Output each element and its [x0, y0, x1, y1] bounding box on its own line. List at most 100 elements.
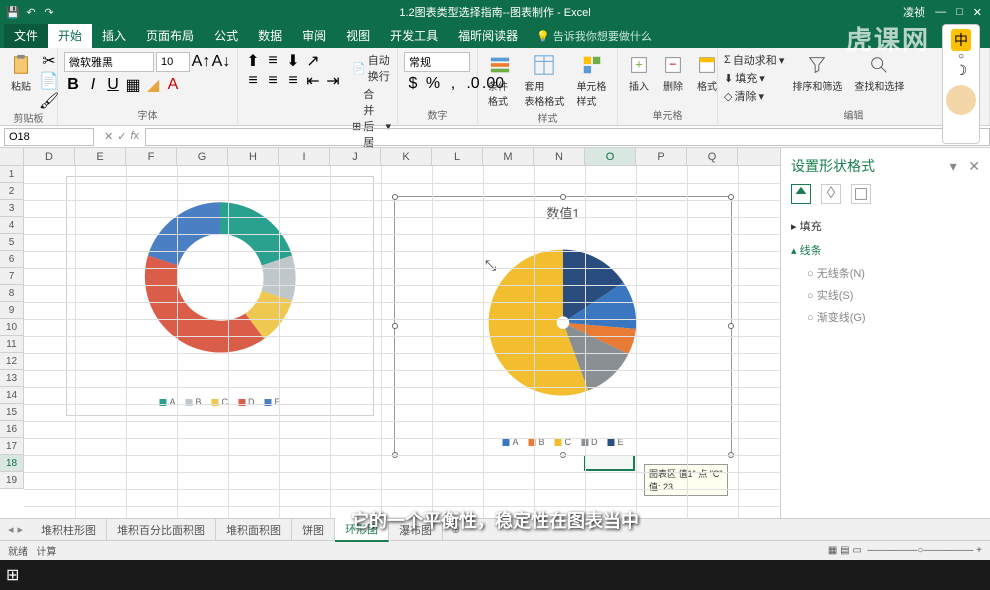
autosum-button[interactable]: Σ 自动求和 ▾ — [724, 52, 784, 68]
view-normal-icon[interactable]: ▦ — [828, 545, 837, 556]
fx-icon[interactable]: fx — [130, 130, 139, 143]
line-none-radio[interactable]: ○ 无线条(N) — [791, 262, 980, 284]
indent-dec-icon[interactable]: ⇤ — [304, 72, 322, 90]
tab-formulas[interactable]: 公式 — [204, 23, 248, 48]
fill-section[interactable]: ▸ 填充 — [791, 214, 980, 238]
paste-button[interactable]: 粘贴 — [6, 52, 36, 95]
col-header[interactable]: D — [24, 148, 75, 165]
col-header[interactable]: E — [75, 148, 126, 165]
row-header[interactable]: 13 — [0, 370, 24, 387]
col-header[interactable]: I — [279, 148, 330, 165]
size-icon[interactable] — [851, 184, 871, 204]
delete-cells-button[interactable]: −删除 — [658, 52, 688, 95]
start-icon[interactable]: ⊞ — [6, 565, 19, 585]
row-header[interactable]: 9 — [0, 302, 24, 319]
row-header[interactable]: 5 — [0, 234, 24, 251]
row-header[interactable]: 18 — [0, 455, 24, 472]
sort-filter-button[interactable]: 排序和筛选 — [788, 52, 846, 95]
row-header[interactable]: 14 — [0, 387, 24, 404]
align-right-icon[interactable]: ≡ — [284, 72, 302, 90]
row-header[interactable]: 4 — [0, 217, 24, 234]
line-gradient-radio[interactable]: ○ 渐变线(G) — [791, 306, 980, 328]
tab-view[interactable]: 视图 — [336, 23, 380, 48]
row-header[interactable]: 12 — [0, 353, 24, 370]
sheet-tab[interactable]: 堆积百分比面积图 — [107, 519, 216, 541]
italic-button[interactable]: I — [84, 76, 102, 94]
row-header[interactable]: 2 — [0, 183, 24, 200]
fill-line-icon[interactable] — [791, 184, 811, 204]
align-bot-icon[interactable]: ⬇ — [284, 52, 302, 70]
selected-cell[interactable] — [584, 454, 635, 471]
percent-icon[interactable]: % — [424, 75, 442, 93]
tab-review[interactable]: 审阅 — [292, 23, 336, 48]
user-name[interactable]: 凌祯 — [903, 4, 925, 20]
tab-nav-prev-icon[interactable]: ▸ — [18, 523, 24, 536]
font-size-combo[interactable]: 10 — [156, 52, 190, 72]
bold-button[interactable]: B — [64, 76, 82, 94]
tab-home[interactable]: 开始 — [48, 23, 92, 48]
number-format-combo[interactable]: 常规 — [404, 52, 470, 72]
view-break-icon[interactable]: ▭ — [852, 545, 861, 556]
enter-formula-icon[interactable]: ✓ — [117, 130, 126, 143]
row-header[interactable]: 7 — [0, 268, 24, 285]
fill-color-icon[interactable]: ◢ — [144, 76, 162, 94]
row-header[interactable]: 15 — [0, 404, 24, 421]
chart-doughnut[interactable]: A B C D E — [66, 176, 374, 416]
font-name-combo[interactable]: 微软雅黑 — [64, 52, 154, 72]
find-select-button[interactable]: 查找和选择 — [850, 52, 908, 95]
tab-data[interactable]: 数据 — [248, 23, 292, 48]
row-header[interactable]: 1 — [0, 166, 24, 183]
view-layout-icon[interactable]: ▤ — [840, 545, 849, 556]
align-top-icon[interactable]: ⬆ — [244, 52, 262, 70]
tab-layout[interactable]: 页面布局 — [136, 23, 204, 48]
font-color-icon[interactable]: A — [164, 76, 182, 94]
tab-nav-first-icon[interactable]: ◂ — [8, 523, 14, 536]
orientation-icon[interactable]: ↗ — [304, 52, 322, 70]
name-box[interactable]: O18 — [4, 128, 94, 146]
indent-inc-icon[interactable]: ⇥ — [324, 72, 342, 90]
row-header[interactable]: 19 — [0, 472, 24, 489]
tab-dev[interactable]: 开发工具 — [380, 23, 448, 48]
row-header[interactable]: 16 — [0, 421, 24, 438]
col-header[interactable]: F — [126, 148, 177, 165]
tab-insert[interactable]: 插入 — [92, 23, 136, 48]
chart-pie[interactable]: 数值1 ⤡ A B C D E — [394, 196, 732, 456]
effects-icon[interactable] — [821, 184, 841, 204]
col-header[interactable]: Q — [687, 148, 738, 165]
row-header[interactable]: 11 — [0, 336, 24, 353]
row-header[interactable]: 8 — [0, 285, 24, 302]
sheet-tab[interactable]: 饼图 — [292, 519, 335, 541]
col-header[interactable]: K — [381, 148, 432, 165]
cancel-formula-icon[interactable]: ✕ — [104, 130, 113, 143]
comma-icon[interactable]: , — [444, 75, 462, 93]
wrap-text-button[interactable]: 📄 自动换行 — [352, 52, 391, 84]
save-icon[interactable]: 💾 — [6, 5, 20, 19]
row-header[interactable]: 6 — [0, 251, 24, 268]
col-header[interactable]: J — [330, 148, 381, 165]
col-header[interactable]: L — [432, 148, 483, 165]
align-mid-icon[interactable]: ≡ — [264, 52, 282, 70]
col-header[interactable]: M — [483, 148, 534, 165]
col-header[interactable]: N — [534, 148, 585, 165]
cond-format-button[interactable]: 条件格式 — [484, 52, 516, 110]
cut-icon[interactable]: ✂ — [40, 52, 58, 70]
select-all-corner[interactable] — [0, 148, 24, 165]
tab-file[interactable]: 文件 — [4, 23, 48, 48]
sheet-area[interactable]: D E F G H I J K L M N O P Q 123456789101… — [0, 148, 780, 518]
col-header[interactable]: G — [177, 148, 228, 165]
col-header[interactable]: H — [228, 148, 279, 165]
copy-icon[interactable]: 📄 — [40, 72, 58, 90]
align-left-icon[interactable]: ≡ — [244, 72, 262, 90]
row-header[interactable]: 10 — [0, 319, 24, 336]
formula-input[interactable] — [145, 128, 990, 146]
minimize-icon[interactable]: — — [935, 6, 946, 18]
currency-icon[interactable]: $ — [404, 75, 422, 93]
grow-font-icon[interactable]: A↑ — [192, 53, 210, 71]
sheet-tab[interactable]: 堆积面积图 — [216, 519, 292, 541]
line-section[interactable]: ▴ 线条 — [791, 238, 980, 262]
side-widget[interactable]: 中 ○ ☽ — [942, 24, 980, 144]
sheet-tab[interactable]: 堆积柱形图 — [31, 519, 107, 541]
align-center-icon[interactable]: ≡ — [264, 72, 282, 90]
maximize-icon[interactable]: □ — [956, 6, 963, 18]
row-header[interactable]: 17 — [0, 438, 24, 455]
